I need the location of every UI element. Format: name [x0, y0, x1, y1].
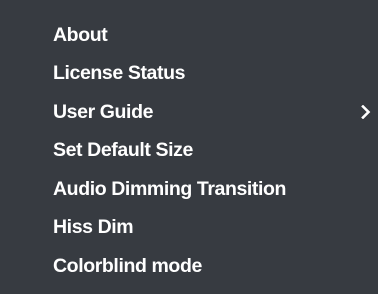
menu-item-label: License Status: [53, 62, 186, 85]
menu-item-label: Colorblind mode: [53, 254, 202, 277]
menu-item-set-default-size[interactable]: Set Default Size: [0, 132, 378, 171]
menu-item-label: Audio Dimming Transition: [53, 177, 287, 200]
menu-item-about[interactable]: About: [0, 16, 378, 55]
menu-item-label: About: [53, 23, 108, 46]
menu-item-label: Hiss Dim: [53, 216, 134, 239]
menu-item-license-status[interactable]: License Status: [0, 55, 378, 94]
menu-item-audio-dimming-transition[interactable]: Audio Dimming Transition: [0, 170, 378, 209]
menu-item-hiss-dim[interactable]: Hiss Dim: [0, 209, 378, 248]
menu-item-colorblind-mode[interactable]: Colorblind mode: [0, 247, 378, 286]
chevron-right-icon: [360, 105, 372, 120]
menu-item-label: Set Default Size: [53, 139, 193, 162]
context-menu: About License Status User Guide Set Defa…: [0, 0, 378, 294]
menu-item-user-guide[interactable]: User Guide: [0, 93, 378, 132]
menu-item-label: User Guide: [53, 100, 154, 123]
